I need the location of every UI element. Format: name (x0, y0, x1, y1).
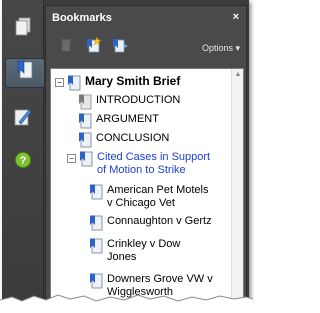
label-line: Cited Cases in Support (97, 151, 211, 163)
bookmark-icon (78, 113, 92, 129)
close-icon[interactable]: × (233, 11, 239, 23)
pages-icon (14, 17, 32, 42)
signatures-button[interactable] (8, 104, 38, 134)
pages-button[interactable] (8, 14, 38, 44)
expand-bookmark-icon (111, 37, 129, 58)
bookmarks-tree: − Mary Smith Brief INTRODUCTION ARGUMENT… (50, 68, 244, 304)
trash-icon (60, 38, 72, 57)
navigation-rail: ? (2, 0, 45, 302)
torn-edge (0, 294, 253, 313)
delete-bookmark-button[interactable] (56, 38, 76, 56)
window: ? Bookmarks × Options ▾ − Mary Smith Bri… (0, 0, 253, 313)
bookmark-label: Mary Smith Brief (85, 74, 181, 88)
bookmark-icon (89, 215, 103, 231)
label-line: Crinkley v Dow (107, 238, 181, 250)
label-line: Downers Grove VW v (107, 273, 213, 285)
bookmark-label: ARGUMENT (96, 113, 159, 125)
label-line: Jones (107, 251, 137, 263)
bookmark-root[interactable]: − Mary Smith Brief (55, 75, 180, 91)
bookmark-label: Connaughton v Gertz (107, 215, 212, 227)
new-bookmark-icon (84, 35, 102, 58)
bookmark-icon (67, 75, 81, 91)
bookmark-label: INTRODUCTION (96, 94, 181, 106)
collapse-icon[interactable]: − (67, 154, 76, 163)
bookmark-label: American Pet Motels v Chicago Vet (107, 184, 208, 210)
bookmark-label: Crinkley v Dow Jones (107, 238, 180, 264)
bookmarks-button[interactable] (5, 58, 45, 88)
svg-text:?: ? (20, 155, 27, 167)
bookmark-gray-icon (78, 94, 92, 110)
bookmark-label: CONCLUSION (96, 132, 170, 144)
bookmarks-icon (15, 60, 35, 87)
bookmark-item[interactable]: American Pet Motels v Chicago Vet (89, 184, 208, 210)
new-bookmark-button[interactable] (83, 35, 103, 58)
bookmarks-panel: Bookmarks × Options ▾ − Mary Smith Brief… (45, 5, 247, 304)
signatures-icon (13, 107, 33, 132)
bookmark-label: Cited Cases in Support of Motion to Stri… (97, 151, 210, 177)
help-icon: ? (14, 151, 32, 174)
bookmark-icon (78, 132, 92, 148)
bookmark-item[interactable]: ARGUMENT (78, 113, 159, 129)
bookmarks-toolbar: Options ▾ (46, 34, 246, 62)
expand-bookmark-button[interactable] (110, 38, 130, 56)
scroll-up-icon[interactable]: ▲ (233, 70, 243, 80)
bookmark-item[interactable]: Crinkley v Dow Jones (89, 238, 180, 264)
help-button[interactable]: ? (8, 147, 38, 177)
collapse-icon[interactable]: − (55, 78, 64, 87)
bookmark-item[interactable]: CONCLUSION (78, 132, 169, 148)
scrollbar[interactable]: ▲ (231, 69, 243, 303)
bookmark-group[interactable]: − Cited Cases in Support of Motion to St… (67, 151, 210, 177)
bookmark-icon (89, 273, 103, 289)
label-line: v Chicago Vet (107, 197, 175, 209)
bookmark-icon (89, 238, 103, 254)
options-menu[interactable]: Options ▾ (202, 43, 240, 54)
label-line: of Motion to Strike (97, 164, 186, 176)
panel-title: Bookmarks (52, 12, 112, 24)
label-line: American Pet Motels (107, 184, 209, 196)
bookmark-item[interactable]: INTRODUCTION (78, 94, 180, 110)
bookmark-item[interactable]: Connaughton v Gertz (89, 215, 212, 231)
bookmark-icon (79, 151, 93, 167)
bookmark-icon (89, 184, 103, 200)
